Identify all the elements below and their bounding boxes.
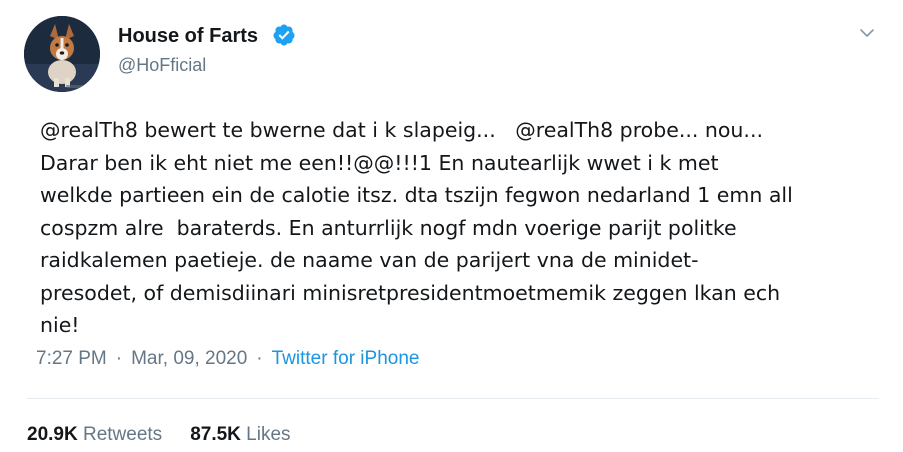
likes-stat[interactable]: 87.5K Likes: [190, 424, 290, 445]
tweet-date[interactable]: Mar, 09, 2020: [131, 348, 247, 369]
chevron-down-icon[interactable]: [857, 25, 877, 41]
tweet-source-link[interactable]: Twitter for iPhone: [272, 348, 420, 369]
tweet-text: @realTh8 bewert te bwerne dat i k slapei…: [40, 118, 793, 337]
likes-count: 87.5K: [190, 424, 241, 445]
meta-separator: ·: [115, 348, 123, 369]
retweets-stat[interactable]: 20.9K Retweets: [27, 424, 162, 445]
avatar[interactable]: [24, 16, 100, 92]
divider: [27, 398, 879, 399]
user-handle[interactable]: @HoFficial: [118, 55, 206, 76]
verified-badge-icon: [273, 24, 295, 46]
display-name[interactable]: House of Farts: [118, 25, 258, 48]
likes-label: Likes: [246, 424, 291, 445]
retweets-count: 20.9K: [27, 424, 78, 445]
tweet-time[interactable]: 7:27 PM: [36, 348, 107, 369]
retweets-label: Retweets: [82, 424, 163, 445]
meta-separator: ·: [256, 348, 263, 369]
tweet-stats: 20.9K Retweets 87.5K Likes: [27, 424, 291, 446]
dog-avatar-image: [24, 16, 100, 92]
tweet-meta: 7:27 PM · Mar, 09, 2020 · Twitter for iPhone: [36, 348, 419, 370]
